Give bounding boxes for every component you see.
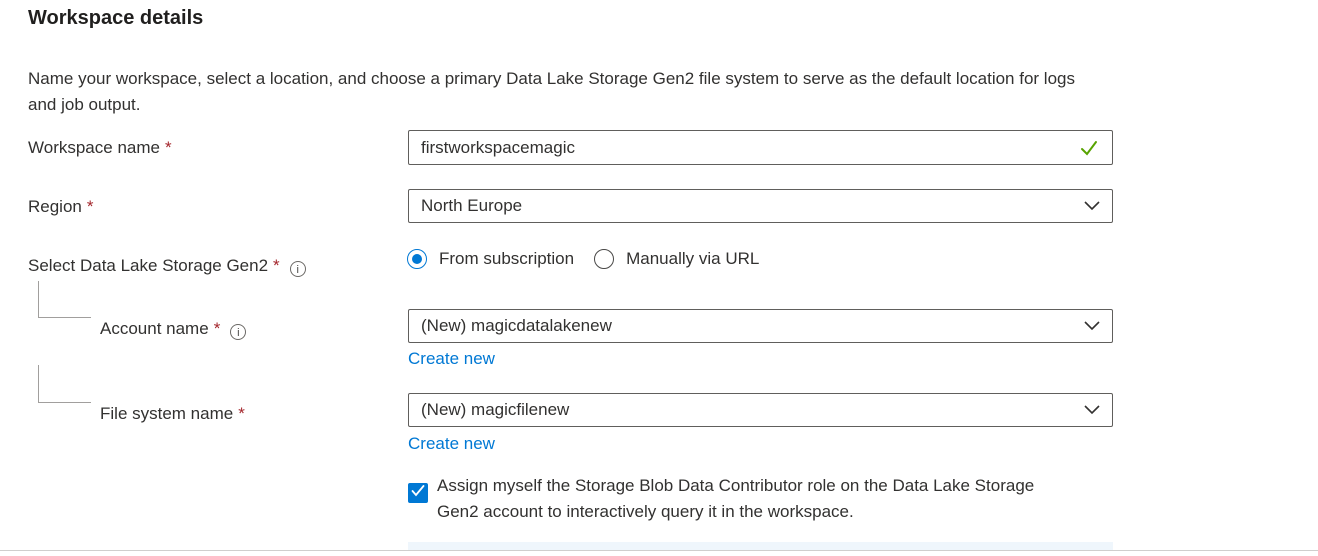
file-system-name-value: (New) magicfilenew: [421, 400, 570, 419]
chevron-down-icon: [1084, 405, 1100, 415]
page-title: Workspace details: [28, 7, 204, 29]
workspace-name-field[interactable]: [408, 130, 1113, 165]
assign-role-checkbox[interactable]: [408, 483, 428, 503]
checkbox-check-icon: [411, 484, 425, 502]
file-system-name-label: File system name *: [100, 404, 245, 423]
radio-manually-via-url-label[interactable]: Manually via URL: [626, 249, 759, 269]
account-create-new-link[interactable]: Create new: [408, 349, 495, 369]
region-dropdown[interactable]: North Europe: [408, 189, 1113, 223]
required-asterisk: *: [238, 404, 245, 423]
radio-from-subscription[interactable]: [407, 249, 427, 269]
assign-role-label[interactable]: Assign myself the Storage Blob Data Cont…: [437, 473, 1037, 525]
file-system-name-dropdown[interactable]: (New) magicfilenew: [408, 393, 1113, 427]
form-description: Name your workspace, select a location, …: [28, 69, 1075, 114]
account-name-value: (New) magicdatalakenew: [421, 316, 612, 335]
storage-source-radio-group: From subscription Manually via URL: [407, 249, 759, 269]
chevron-down-icon: [1084, 201, 1100, 211]
account-name-label: Account name * i: [100, 319, 247, 340]
account-name-dropdown[interactable]: (New) magicdatalakenew: [408, 309, 1113, 343]
radio-from-subscription-label[interactable]: From subscription: [439, 249, 574, 269]
section-divider: [0, 550, 1318, 551]
required-asterisk: *: [213, 319, 221, 338]
radio-manually-via-url[interactable]: [594, 249, 615, 269]
workspace-name-input[interactable]: [421, 137, 1078, 158]
required-asterisk: *: [164, 138, 172, 157]
required-asterisk: *: [273, 256, 280, 275]
file-system-create-new-link[interactable]: Create new: [408, 434, 495, 454]
region-label: Region *: [28, 197, 94, 216]
valid-check-icon: [1078, 137, 1100, 159]
workspace-name-label: Workspace name *: [28, 138, 172, 157]
storage-source-label: Select Data Lake Storage Gen2 * i: [28, 256, 306, 277]
required-asterisk: *: [86, 197, 94, 216]
info-icon[interactable]: i: [289, 261, 306, 277]
info-icon[interactable]: i: [230, 324, 247, 340]
region-value: North Europe: [421, 196, 523, 215]
chevron-down-icon: [1084, 321, 1100, 331]
tree-connector: [38, 365, 91, 403]
workspace-details-form: Workspace details Name your workspace, s…: [0, 0, 1318, 556]
tree-connector: [38, 281, 91, 318]
